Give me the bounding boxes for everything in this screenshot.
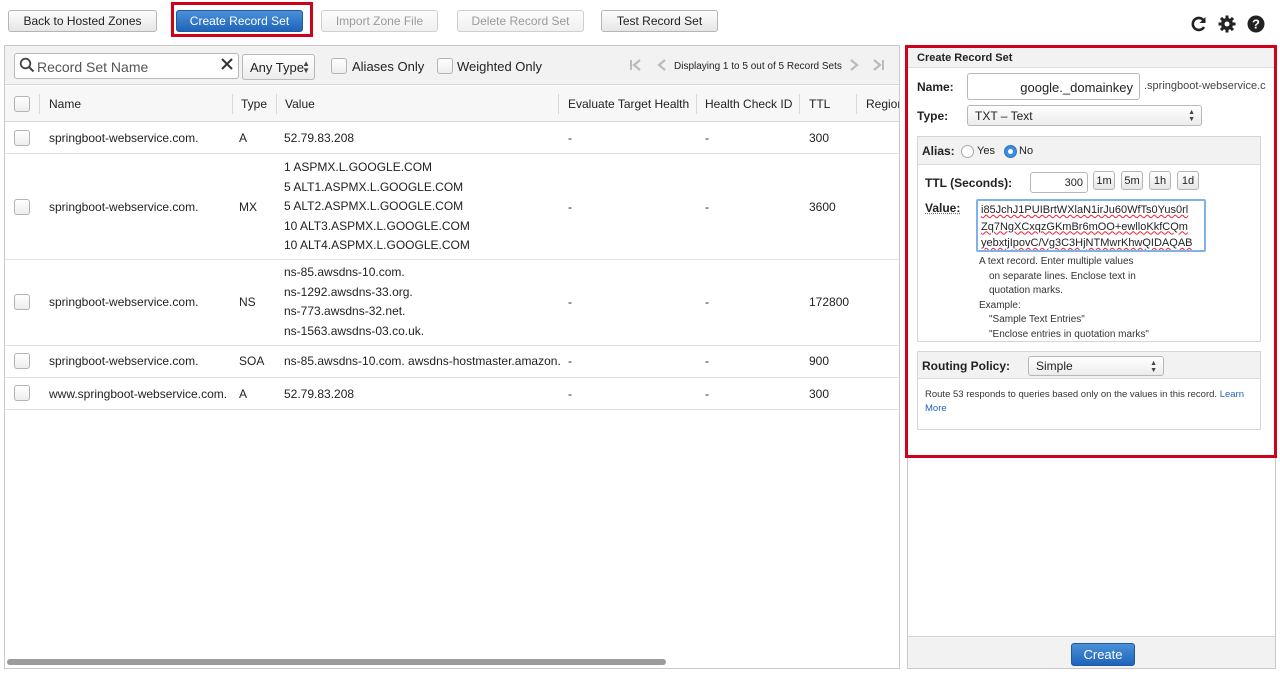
record-value: ns-85.awsdns-10.com. awsdns-hostmaster.a… [284, 354, 561, 368]
record-ttl: 300 [809, 387, 830, 401]
weighted-only-label: Weighted Only [457, 59, 543, 74]
row-checkbox[interactable] [14, 294, 30, 310]
table-row[interactable]: www.springboot-webservice.com. A 52.79.8… [5, 378, 899, 410]
select-arrows-icon: ▲ ▼ [302, 59, 310, 75]
column-divider [276, 94, 277, 114]
search-placeholder: Record Set Name [37, 59, 149, 75]
create-button[interactable]: Create [1071, 643, 1135, 666]
record-evaluate-target-health: - [568, 387, 572, 401]
record-value: ns-773.awsdns-32.net. [284, 304, 406, 318]
record-evaluate-target-health: - [568, 295, 572, 309]
record-value: 5 ALT1.ASPMX.L.GOOGLE.COM [284, 179, 464, 194]
table-row[interactable]: springboot-webservice.com. MX 1 ASPMX.L.… [5, 154, 899, 260]
next-page-icon[interactable] [848, 58, 860, 75]
record-ttl: 3600 [809, 200, 836, 214]
record-health-check-id: - [705, 295, 709, 309]
column-divider [856, 94, 857, 114]
column-header-health-check-id[interactable]: Health Check ID [705, 97, 792, 111]
column-header-evaluate-target-health[interactable]: Evaluate Target Health [568, 97, 689, 111]
column-divider [558, 94, 559, 114]
record-evaluate-target-health: - [568, 200, 572, 214]
record-ttl: 172800 [809, 295, 850, 309]
row-checkbox[interactable] [14, 353, 30, 369]
column-divider [696, 94, 697, 114]
column-header-name[interactable]: Name [49, 97, 81, 111]
table-row[interactable]: springboot-webservice.com. SOA ns-85.aws… [5, 346, 899, 378]
record-evaluate-target-health: - [568, 354, 572, 368]
record-type: A [239, 131, 248, 145]
column-header-ttl[interactable]: TTL [809, 97, 830, 111]
column-divider [39, 94, 40, 114]
clear-icon[interactable] [220, 57, 234, 74]
record-value: ns-85.awsdns-10.com. [284, 265, 405, 279]
record-value: 52.79.83.208 [284, 387, 355, 401]
record-evaluate-target-health: - [568, 131, 572, 145]
refresh-icon[interactable] [1189, 14, 1209, 34]
record-health-check-id: - [705, 387, 709, 401]
row-checkbox[interactable] [14, 385, 30, 401]
row-checkbox[interactable] [14, 130, 30, 146]
aliases-only-label: Aliases Only [352, 59, 425, 74]
record-value-list: 1 ASPMX.L.GOOGLE.COM 5 ALT1.ASPMX.L.GOOG… [284, 158, 470, 256]
table-row[interactable]: springboot-webservice.com. A 52.79.83.20… [5, 122, 899, 154]
record-value: 10 ALT3.ASPMX.L.GOOGLE.COM [284, 218, 470, 233]
prev-page-icon[interactable] [656, 58, 668, 75]
record-value: ns-1563.awsdns-03.co.uk. [284, 323, 425, 338]
record-name: springboot-webservice.com. [49, 295, 199, 309]
weighted-only-checkbox[interactable] [437, 58, 453, 74]
record-value: 5 ALT2.ASPMX.L.GOOGLE.COM [284, 199, 464, 213]
svg-text:?: ? [1252, 17, 1260, 32]
first-page-icon[interactable] [629, 58, 643, 75]
record-ttl: 300 [809, 131, 830, 145]
record-name: springboot-webservice.com. [49, 354, 199, 368]
record-name: springboot-webservice.com. [49, 200, 199, 214]
delete-record-set-button[interactable]: Delete Record Set [457, 10, 584, 32]
search-input[interactable]: Record Set Name [14, 53, 239, 79]
record-type: MX [239, 200, 257, 214]
select-all-checkbox[interactable] [14, 96, 30, 112]
type-filter-value: Any Type [250, 59, 304, 75]
pagination-status: Displaying 1 to 5 out of 5 Record Sets [674, 61, 842, 72]
record-value: ns-1292.awsdns-33.org. [284, 284, 413, 299]
record-health-check-id: - [705, 200, 709, 214]
record-sets-panel: Record Set Name Any Type ▲ ▼ Aliases Only… [4, 45, 900, 669]
record-name: springboot-webservice.com. [49, 131, 199, 145]
column-header-region[interactable]: Region [866, 97, 899, 111]
record-value-list: ns-85.awsdns-10.com. ns-1292.awsdns-33.o… [284, 263, 424, 341]
column-divider [232, 94, 233, 114]
record-type: NS [239, 295, 256, 309]
record-type: A [239, 387, 248, 401]
horizontal-scrollbar[interactable] [7, 659, 666, 665]
filter-bar: Record Set Name Any Type ▲ ▼ Aliases Only… [5, 46, 899, 85]
record-health-check-id: - [705, 131, 709, 145]
highlight-create-panel [905, 45, 1277, 458]
record-ttl: 900 [809, 354, 830, 368]
column-header-value[interactable]: Value [285, 97, 315, 111]
aliases-only-checkbox[interactable] [331, 58, 347, 74]
record-name: www.springboot-webservice.com. [49, 387, 228, 401]
record-health-check-id: - [705, 354, 709, 368]
type-filter-select[interactable]: Any Type ▲ ▼ [242, 54, 315, 80]
create-record-set-button[interactable]: Create Record Set [176, 10, 303, 32]
import-zone-file-button[interactable]: Import Zone File [321, 10, 438, 32]
toolbar: Back to Hosted Zones Create Record Set I… [0, 0, 1280, 44]
back-to-hosted-zones-button[interactable]: Back to Hosted Zones [8, 10, 157, 32]
column-header-type[interactable]: Type [241, 97, 267, 111]
record-value: 10 ALT4.ASPMX.L.GOOGLE.COM [284, 238, 470, 252]
record-type: SOA [239, 354, 265, 368]
gear-icon[interactable] [1217, 14, 1237, 34]
help-icon[interactable]: ? [1246, 14, 1266, 34]
panel-footer: Create [908, 636, 1275, 668]
test-record-set-button[interactable]: Test Record Set [601, 10, 718, 32]
column-divider [799, 94, 800, 114]
record-value: 52.79.83.208 [284, 131, 355, 145]
table-header: Name Type Value Evaluate Target Health H… [5, 86, 899, 122]
search-icon [19, 57, 35, 76]
table-row[interactable]: springboot-webservice.com. NS ns-85.awsd… [5, 260, 899, 346]
record-value: 1 ASPMX.L.GOOGLE.COM [284, 160, 433, 174]
row-checkbox[interactable] [14, 199, 30, 215]
last-page-icon[interactable] [871, 58, 885, 75]
